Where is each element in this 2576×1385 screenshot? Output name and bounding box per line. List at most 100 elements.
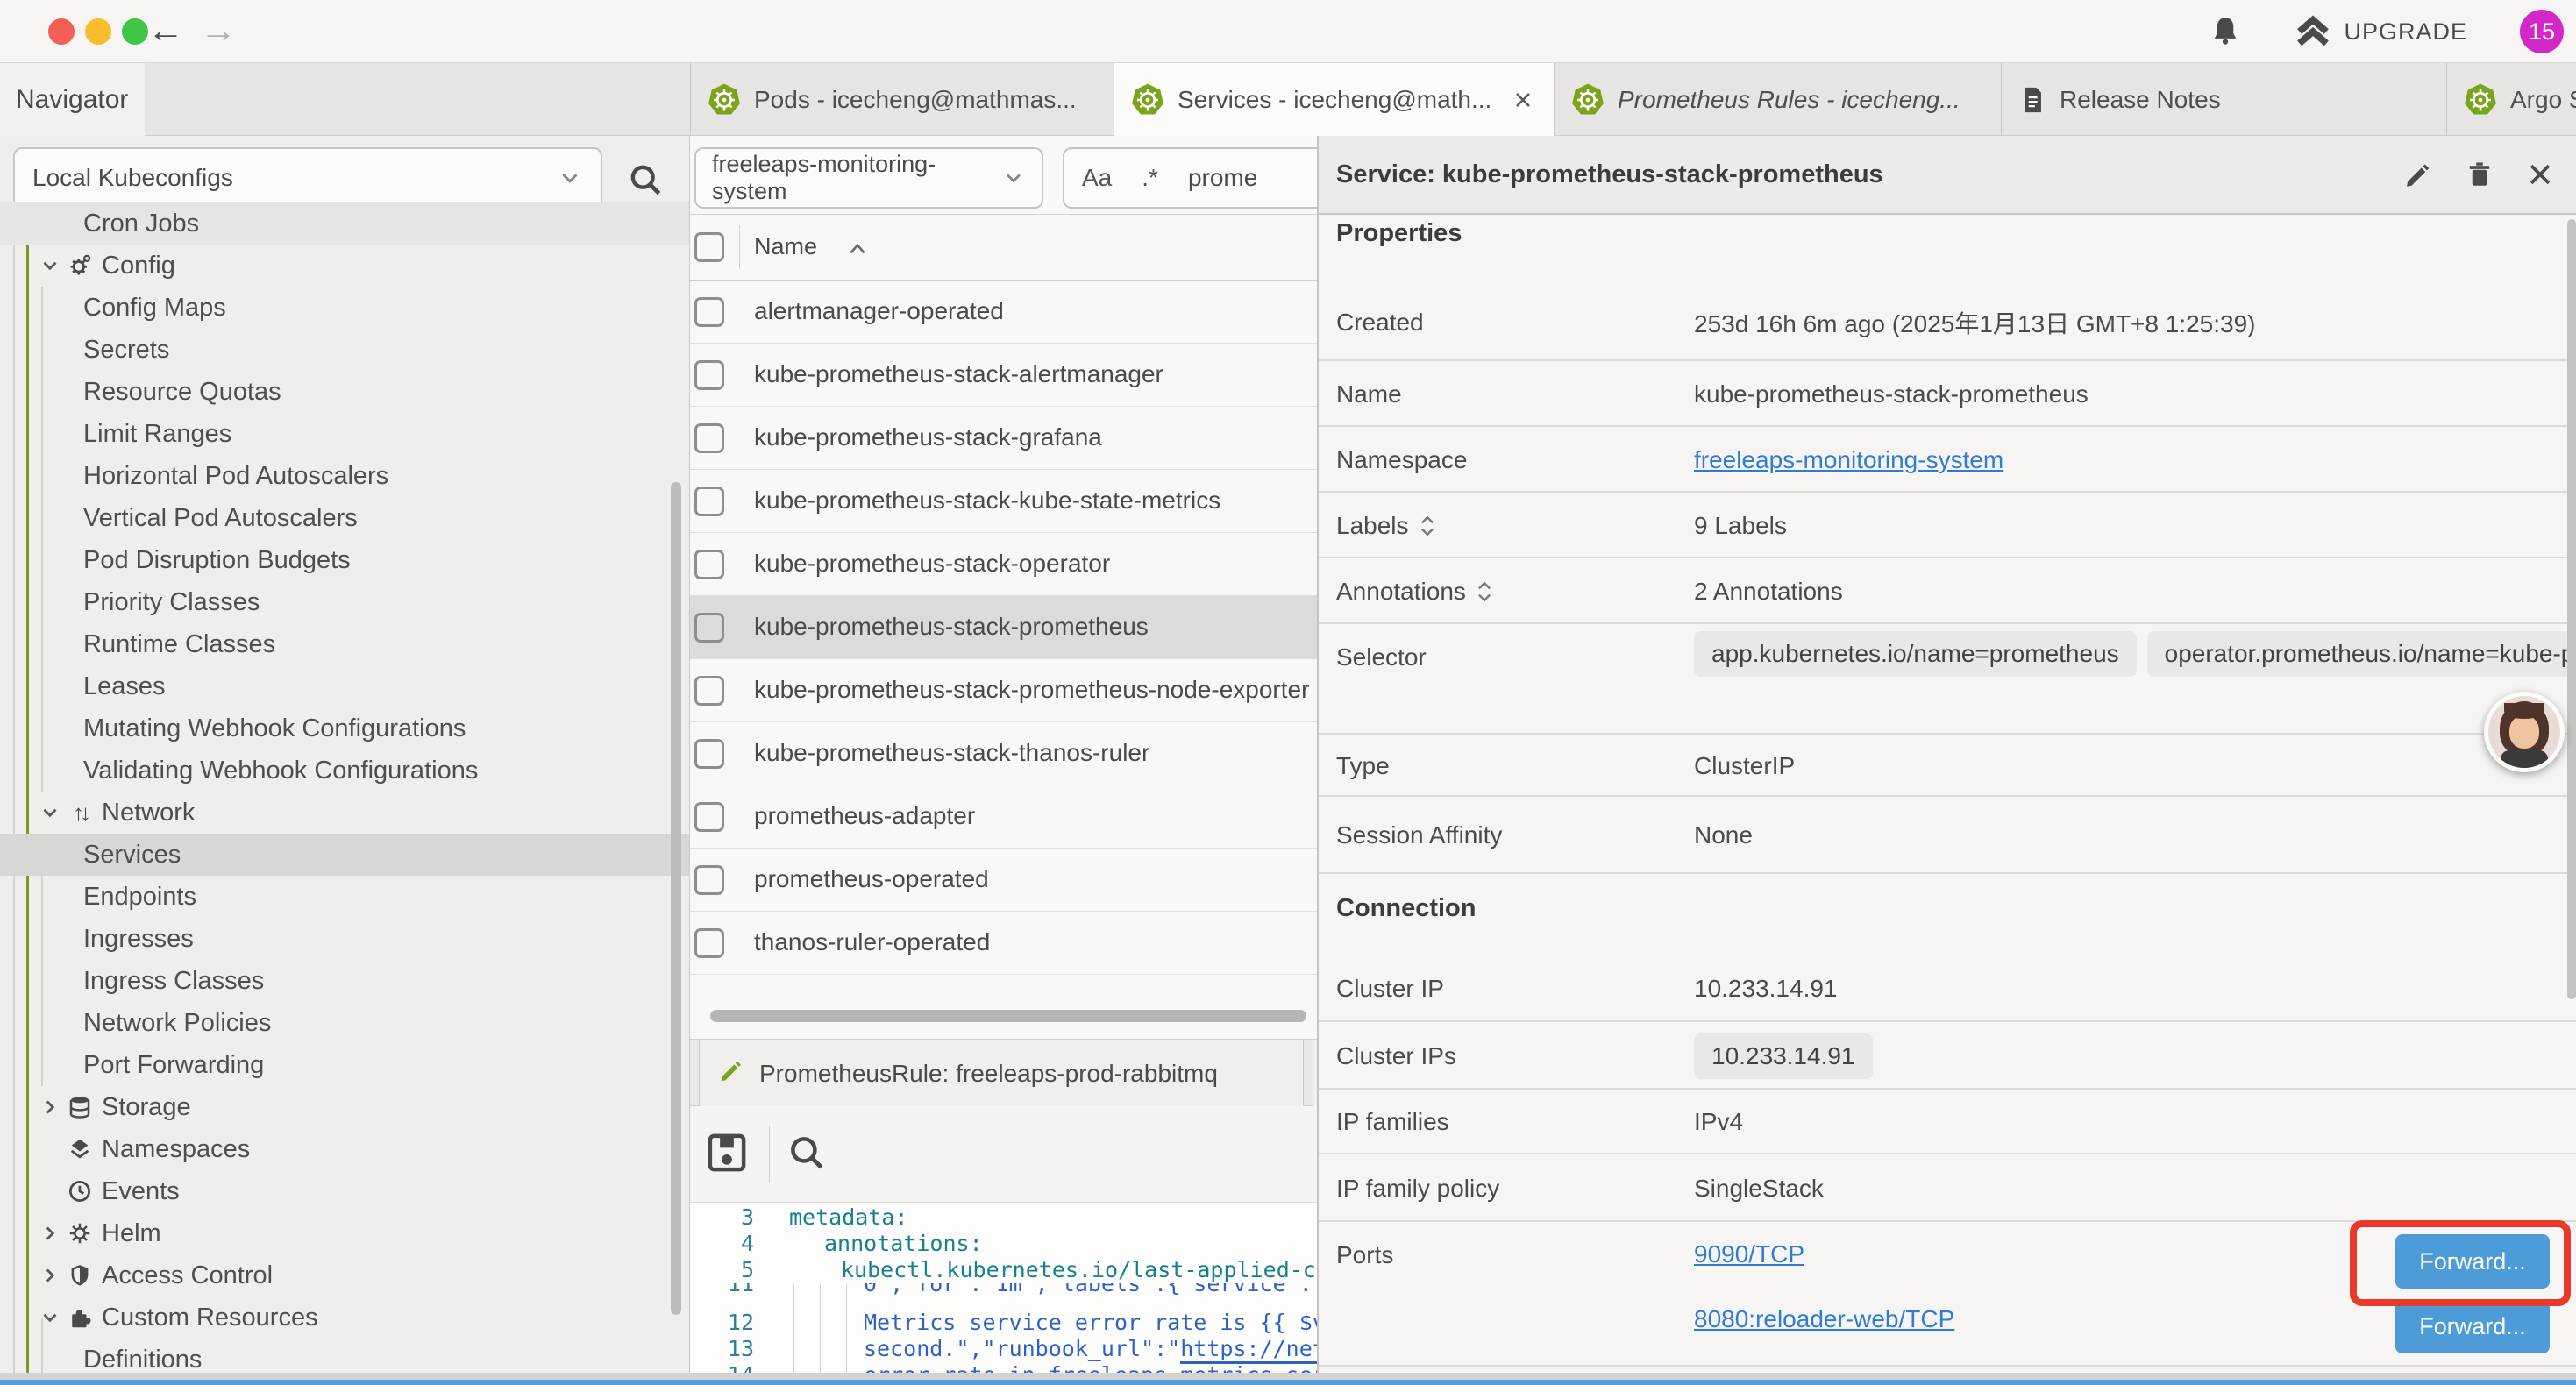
row-checkbox[interactable] [694, 613, 724, 643]
back-arrow-icon[interactable]: ← [147, 9, 184, 51]
close-icon[interactable] [2525, 160, 2555, 189]
sidebar-item-limit-ranges[interactable]: Limit Ranges [0, 413, 690, 455]
sidebar-item-endpoints[interactable]: Endpoints [0, 876, 690, 918]
service-row[interactable]: kube-prometheus-stack-thanos-ruler [690, 722, 1318, 785]
sort-toggle-icon[interactable] [1418, 514, 1437, 538]
sidebar-item-resource-quotas[interactable]: Resource Quotas [0, 371, 690, 413]
row-checkbox[interactable] [694, 360, 724, 390]
editor-line[interactable]: 13second.","runbook_url":"https://net [690, 1336, 1318, 1362]
maximize-window-button[interactable] [122, 18, 148, 45]
row-checkbox[interactable] [694, 865, 724, 895]
minimize-window-button[interactable] [85, 18, 111, 45]
service-row[interactable]: kube-prometheus-stack-kube-state-metrics [690, 470, 1318, 533]
sidebar-item-horizontal-pod-autoscalers[interactable]: Horizontal Pod Autoscalers [0, 455, 690, 497]
namespace-link[interactable]: freeleaps-monitoring-system [1694, 446, 2003, 474]
editor-line[interactable]: 12Metrics service error rate is {{ $va [690, 1310, 1318, 1336]
chevron-right-icon[interactable] [39, 1264, 61, 1287]
trash-icon[interactable] [2464, 159, 2495, 190]
window-tab-services[interactable]: Services - icecheng@math... [1114, 63, 1554, 136]
row-checkbox[interactable] [694, 739, 724, 769]
window-tab-release[interactable]: Release Notes [2001, 63, 2446, 136]
service-row[interactable]: kube-prometheus-stack-prometheus-node-ex… [690, 659, 1318, 722]
namespace-filter-dropdown[interactable]: freeleaps-monitoring-system [694, 147, 1043, 209]
service-row[interactable]: thanos-ruler-operated [690, 912, 1318, 975]
service-row[interactable]: kube-prometheus-stack-alertmanager [690, 344, 1318, 407]
row-checkbox[interactable] [694, 928, 724, 958]
sidebar-item-validating-webhook-configurations[interactable]: Validating Webhook Configurations [0, 749, 690, 792]
service-row[interactable]: alertmanager-operated [690, 281, 1318, 344]
sidebar-item-port-forwarding[interactable]: Port Forwarding [0, 1044, 690, 1086]
sidebar-item-config-maps[interactable]: Config Maps [0, 287, 690, 329]
chevron-right-icon[interactable] [39, 1096, 61, 1119]
close-icon[interactable] [1511, 88, 1535, 112]
upgrade-label[interactable]: UPGRADE [2344, 18, 2467, 46]
table-filter-input[interactable]: Aa .* prome [1063, 147, 1318, 209]
close-window-button[interactable] [48, 18, 75, 45]
sidebar-item-priority-classes[interactable]: Priority Classes [0, 581, 690, 623]
sidebar-scrollbar[interactable] [671, 482, 681, 1315]
sidebar-item-ingresses[interactable]: Ingresses [0, 918, 690, 960]
service-row[interactable]: kube-prometheus-stack-operator [690, 533, 1318, 596]
sidebar-item-pod-disruption-budgets[interactable]: Pod Disruption Budgets [0, 539, 690, 581]
chevron-right-icon[interactable] [39, 1222, 61, 1245]
sidebar-item-ingress-classes[interactable]: Ingress Classes [0, 960, 690, 1002]
sidebar-item-helm[interactable]: Helm [0, 1212, 690, 1254]
yaml-editor[interactable]: 3metadata:4annotations:5kubectl.kubernet… [690, 1203, 1318, 1385]
kubeconfig-selector[interactable]: Local Kubeconfigs [13, 147, 602, 209]
sidebar-item-custom-resources[interactable]: Custom Resources [0, 1296, 690, 1339]
row-checkbox[interactable] [694, 802, 724, 832]
service-row[interactable]: kube-prometheus-stack-grafana [690, 407, 1318, 470]
table-horizontal-scrollbar[interactable] [710, 1010, 1306, 1022]
editor-line[interactable]: 110","for":"1m","labels":{"service":" [690, 1283, 1318, 1304]
sidebar-item-events[interactable]: Events [0, 1170, 690, 1212]
sidebar-item-cron-jobs[interactable]: Cron Jobs [0, 202, 690, 245]
sidebar-item-mutating-webhook-configurations[interactable]: Mutating Webhook Configurations [0, 707, 690, 749]
save-icon[interactable] [703, 1129, 751, 1181]
port-link[interactable]: 9090/TCP [1694, 1240, 1804, 1268]
detail-panel-scrollbar[interactable] [2567, 219, 2576, 999]
sidebar-item-config[interactable]: Config [0, 245, 690, 287]
row-checkbox[interactable] [694, 423, 724, 453]
sidebar-item-network-policies[interactable]: Network Policies [0, 1002, 690, 1044]
name-column-header[interactable]: Name [754, 233, 817, 260]
bell-icon[interactable] [2207, 13, 2244, 50]
row-checkbox[interactable] [694, 297, 724, 327]
sidebar-item-secrets[interactable]: Secrets [0, 329, 690, 371]
chevron-down-icon[interactable] [39, 254, 61, 277]
sidebar-item-leases[interactable]: Leases [0, 665, 690, 707]
service-row[interactable]: kube-prometheus-stack-prometheus [690, 596, 1318, 659]
service-row[interactable]: prometheus-adapter [690, 785, 1318, 849]
sidebar-item-services[interactable]: Services [0, 834, 690, 876]
select-all-checkbox[interactable] [694, 232, 724, 262]
row-checkbox[interactable] [694, 676, 724, 706]
editor-tab-prometheusrule[interactable]: PrometheusRule: freeleaps-prod-rabbitmq [699, 1040, 1304, 1107]
row-checkbox[interactable] [694, 550, 724, 579]
regex-toggle[interactable]: .* [1142, 164, 1158, 192]
code-link[interactable]: https://net [1180, 1336, 1318, 1364]
edit-icon[interactable] [2402, 159, 2434, 190]
avatar[interactable] [2484, 692, 2565, 772]
sidebar-search-icon[interactable] [626, 160, 665, 199]
port-link[interactable]: 8080:reloader-web/TCP [1694, 1305, 1954, 1333]
editor-line[interactable]: 3metadata: [690, 1204, 1318, 1231]
sort-ascending-icon[interactable] [846, 239, 869, 259]
editor-line[interactable]: 5kubectl.kubernetes.io/last-applied-con [690, 1257, 1318, 1283]
sort-toggle-icon[interactable] [1475, 579, 1494, 604]
chevron-down-icon[interactable] [39, 801, 61, 824]
sidebar-item-runtime-classes[interactable]: Runtime Classes [0, 623, 690, 665]
sidebar-item-access-control[interactable]: Access Control [0, 1254, 690, 1296]
upgrade-icon[interactable] [2293, 11, 2333, 52]
sidebar-item-storage[interactable]: Storage [0, 1086, 690, 1128]
notification-badge[interactable]: 15 [2520, 10, 2564, 53]
match-case-toggle[interactable]: Aa [1082, 164, 1112, 192]
forward-arrow-icon[interactable]: → [200, 9, 237, 51]
row-checkbox[interactable] [694, 487, 724, 516]
service-row[interactable]: prometheus-operated [690, 849, 1318, 912]
window-tab-pods[interactable]: Pods - icecheng@mathmas... [690, 63, 1114, 136]
sidebar-item-vertical-pod-autoscalers[interactable]: Vertical Pod Autoscalers [0, 497, 690, 539]
sidebar-item-namespaces[interactable]: Namespaces [0, 1128, 690, 1170]
search-icon[interactable] [785, 1131, 829, 1179]
editor-line[interactable]: 4annotations: [690, 1231, 1318, 1257]
sidebar-item-network[interactable]: ↑↓Network [0, 792, 690, 834]
chevron-down-icon[interactable] [39, 1306, 61, 1329]
